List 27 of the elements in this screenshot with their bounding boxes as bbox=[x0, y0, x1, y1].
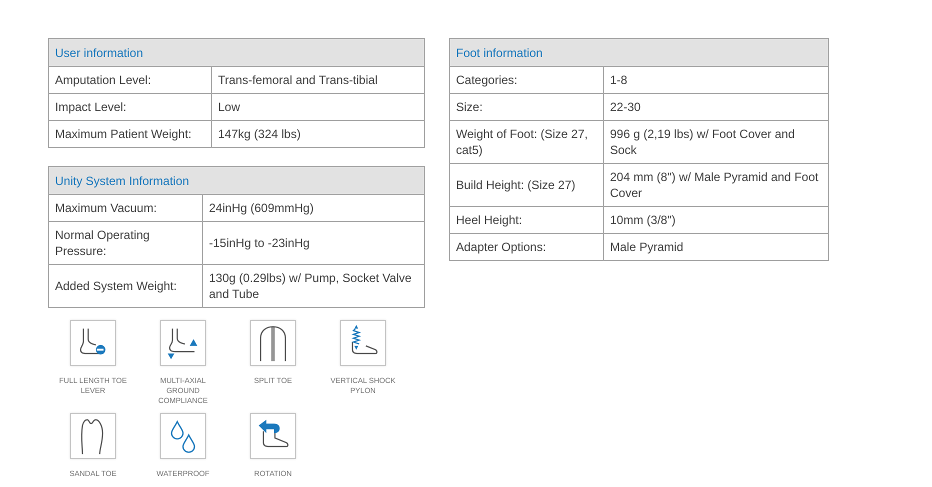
label-cell: Maximum Vacuum: bbox=[48, 194, 202, 222]
value-cell: 147kg (324 lbs) bbox=[212, 120, 424, 148]
label-cell: Heel Height: bbox=[450, 206, 604, 234]
label-cell: Size: bbox=[450, 94, 604, 120]
label-cell: Categories: bbox=[450, 66, 604, 94]
label-cell: Added System Weight: bbox=[48, 264, 202, 308]
value-cell: 24inHg (609mmHg) bbox=[202, 194, 424, 222]
value-cell: Trans-femoral and Trans-tibial bbox=[212, 66, 424, 94]
value-cell: 22-30 bbox=[604, 94, 828, 120]
value-cell: Male Pyramid bbox=[604, 234, 828, 260]
label-cell: Build Height: (Size 27) bbox=[450, 164, 604, 206]
value-cell: 1-8 bbox=[604, 66, 828, 94]
value-cell: Low bbox=[212, 94, 424, 120]
value-cell: 130g (0.29lbs) w/ Pump, Socket Valve and Tube bbox=[202, 264, 424, 308]
label-cell: Adapter Options: bbox=[450, 234, 604, 260]
value-cell: 204 mm (8") w/ Male Pyramid and Foot Cover bbox=[604, 164, 828, 206]
table-title: Foot information bbox=[450, 38, 828, 66]
value-cell: 10mm (3/8") bbox=[604, 206, 828, 234]
table-title: Unity System Information bbox=[48, 166, 424, 194]
label-cell: Impact Level: bbox=[48, 94, 212, 120]
value-cell: -15inHg to -23inHg bbox=[202, 222, 424, 264]
label-cell: Weight of Foot: (Size 27, cat5) bbox=[450, 120, 604, 164]
value-cell: 996 g (2,19 lbs) w/ Foot Cover and Sock bbox=[604, 120, 828, 164]
table-title: User information bbox=[48, 38, 424, 66]
label-cell: Maximum Patient Weight: bbox=[48, 120, 212, 148]
label-cell: Normal Operating Pressure: bbox=[48, 222, 202, 264]
label-cell: Amputation Level: bbox=[48, 66, 212, 94]
